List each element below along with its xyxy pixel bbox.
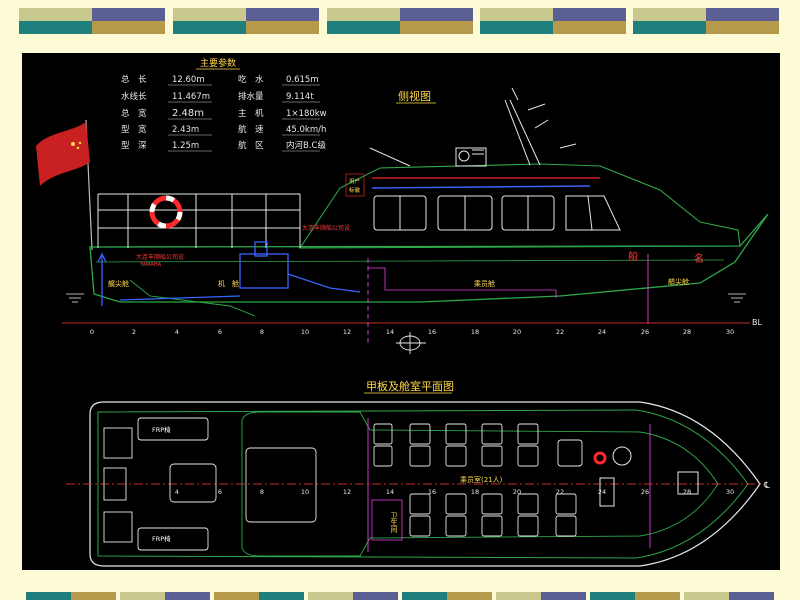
bottom-decor-band	[0, 592, 800, 600]
frame-tick-label: 6	[218, 328, 222, 336]
frame-tick-label: 28	[683, 488, 691, 496]
frame-tick-label: 12	[343, 328, 351, 336]
frame-tick-label: 22	[556, 488, 564, 496]
frame-tick-label: 30	[726, 328, 734, 336]
param-label: 总 长	[121, 74, 147, 85]
frame-tick-label: 10	[301, 488, 309, 496]
owner-badge-line1: 用户	[349, 177, 360, 185]
frame-tick-label: 10	[301, 328, 309, 336]
crew-room-label: 乘员室(21人)	[460, 475, 503, 484]
plan-view-title: 甲板及舱室平面图	[366, 379, 454, 393]
lifebuoy-icon	[149, 195, 183, 229]
side-view-title: 侧视图	[398, 89, 431, 103]
param-label: 排水量	[238, 91, 264, 102]
param-value: 11.467m	[172, 92, 210, 102]
frame-tick-label: 22	[556, 328, 564, 336]
plan-view: 甲板及舱室平面图 FRP椅 FRP椅 乘员室(21人) 卫生间 ℄ 4 6 8 …	[66, 379, 770, 567]
baseline-label: BL	[752, 318, 762, 327]
fore-compartment-label: 艏尖舱	[668, 277, 689, 286]
frame-ruler-side: 0 2 4 6 8 10 12 14 16 18 20 22 24 26 28 …	[90, 328, 734, 336]
decor-tile	[19, 8, 165, 34]
frame-tick-label: 18	[471, 328, 479, 336]
decor-tile	[480, 8, 626, 34]
passenger-cabin-label: 乘员舱	[474, 279, 495, 288]
boat-drawing-svg: 主要参数 总 长 12.60m 吃 水 0.615m 水线长 11.467m 排…	[36, 57, 770, 567]
decor-tile	[173, 8, 319, 34]
frame-tick-label: 12	[343, 488, 351, 496]
frame-tick-label: 8	[260, 488, 264, 496]
frame-tick-label: 4	[175, 488, 179, 496]
ship-name-2: 名	[694, 252, 704, 265]
param-value: 9.114t	[286, 92, 314, 102]
frame-tick-label: 14	[386, 328, 394, 336]
parameter-heading: 主要参数	[200, 57, 236, 69]
cabin-windows	[373, 195, 621, 231]
frame-tick-label: 24	[598, 328, 606, 336]
frame-tick-label: 2	[132, 328, 136, 336]
frame-tick-label: 30	[726, 488, 734, 496]
frame-tick-label: 20	[513, 328, 521, 336]
engine-room-label: 机 舱	[218, 279, 239, 288]
flag-icon	[36, 119, 93, 251]
param-label: 型 深	[121, 141, 147, 151]
cad-drawing: 主要参数 总 长 12.60m 吃 水 0.615m 水线长 11.467m 排…	[22, 53, 780, 570]
engine-note-1: 大连丰顺船公司设	[136, 253, 184, 261]
param-label: 主 机	[238, 108, 264, 119]
seat-bottom-label: FRP椅	[152, 534, 171, 543]
company-label: 大连丰顺船公司设	[302, 224, 350, 232]
helm-console	[593, 446, 699, 507]
hull-outline	[89, 213, 769, 303]
frame-tick-label: 24	[598, 488, 606, 496]
centerline-label: ℄	[763, 481, 770, 491]
cabin-outline	[298, 163, 741, 249]
engine-icon	[97, 241, 361, 306]
param-label: 吃 水	[238, 74, 264, 85]
mast	[504, 87, 577, 166]
param-value: 内河B.C级	[286, 140, 326, 151]
frame-tick-label: 6	[218, 488, 222, 496]
aft-compartment-label: 艉尖舱	[108, 279, 129, 288]
frame-tick-label: 14	[386, 488, 394, 496]
frame-tick-label: 8	[260, 328, 264, 336]
decor-tile	[633, 8, 779, 34]
frame-tick-label: 18	[471, 488, 479, 496]
frame-tick-label: 4	[175, 328, 179, 336]
param-label: 总 宽	[121, 108, 147, 119]
param-value: 0.615m	[286, 75, 319, 85]
param-value: 45.0km/h	[286, 125, 326, 135]
frame-tick-label: 26	[641, 328, 649, 336]
frame-tick-label: 16	[428, 328, 436, 336]
frame-tick-label: 28	[683, 328, 691, 336]
engine-note-2: YAMAHA	[139, 262, 162, 268]
decor-tile	[327, 8, 473, 34]
param-label: 型 宽	[121, 124, 147, 135]
frame-tick-label: 26	[641, 488, 649, 496]
parameter-table: 主要参数 总 长 12.60m 吃 水 0.615m 水线长 11.467m 排…	[121, 57, 327, 152]
section-symbol-icon	[396, 332, 426, 354]
toilet-label: 卫生间	[390, 512, 398, 534]
param-value: 1×180kw	[286, 109, 327, 119]
top-decor-band	[0, 8, 800, 34]
param-value: 1.25m	[172, 141, 199, 151]
ship-name-1: 船	[628, 250, 638, 263]
owner-badge-line2: 标徽	[349, 186, 361, 194]
searchlight-icon	[455, 147, 487, 167]
param-label: 航 速	[238, 124, 264, 135]
param-label: 航 区	[238, 140, 264, 151]
param-label: 水线长	[121, 91, 147, 102]
param-value: 2.48m	[172, 108, 204, 119]
frame-tick-label: 0	[90, 328, 94, 336]
frame-tick-label: 20	[513, 488, 521, 496]
seat-top-label: FRP椅	[152, 425, 171, 434]
param-value: 2.43m	[172, 125, 199, 135]
frame-tick-label: 16	[428, 488, 436, 496]
aft-railing	[97, 193, 301, 248]
param-value: 12.60m	[172, 75, 205, 85]
